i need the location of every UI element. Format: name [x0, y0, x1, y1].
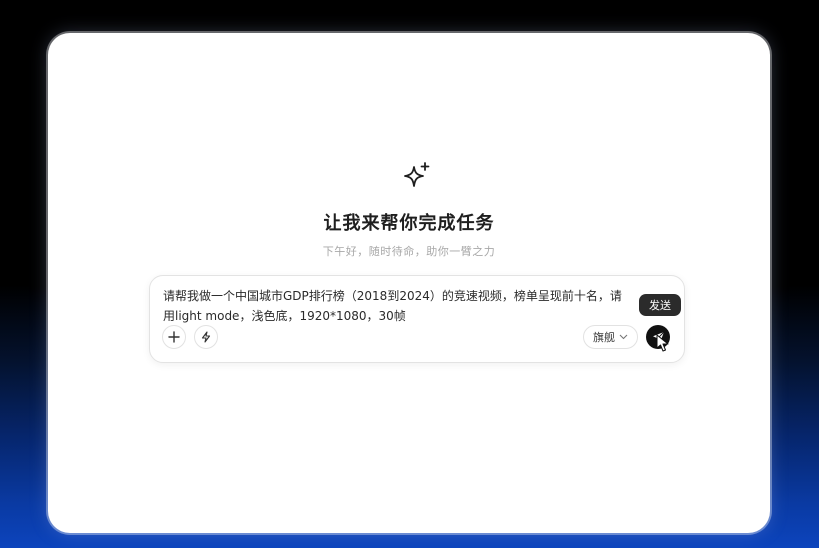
prompt-composer: 请帮我做一个中国城市GDP排行榜（2018到2024）的竞速视频，榜单呈现前十名… — [149, 275, 685, 363]
quick-action-button[interactable] — [194, 325, 218, 349]
sparkle-icon — [404, 162, 430, 187]
mouse-cursor-icon — [656, 334, 669, 352]
lightning-icon — [201, 331, 211, 343]
page-subtitle: 下午好，随时待命，助你一臂之力 — [322, 245, 496, 258]
add-button[interactable] — [162, 325, 186, 349]
send-tooltip: 发送 — [639, 294, 681, 316]
plus-icon — [168, 331, 180, 343]
chevron-down-icon — [619, 334, 628, 340]
model-select-label: 旗舰 — [593, 331, 615, 344]
model-select[interactable]: 旗舰 — [583, 325, 638, 349]
app-window: 让我来帮你完成任务 下午好，随时待命，助你一臂之力 请帮我做一个中国城市GDP排… — [48, 33, 770, 533]
prompt-input[interactable]: 请帮我做一个中国城市GDP排行榜（2018到2024）的竞速视频，榜单呈现前十名… — [163, 286, 633, 326]
page-title: 让我来帮你完成任务 — [323, 213, 495, 234]
